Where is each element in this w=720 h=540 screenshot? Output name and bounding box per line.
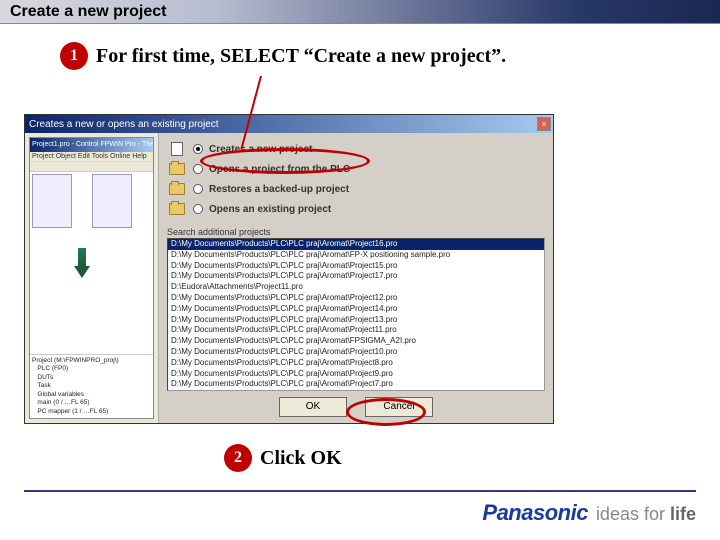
brand-tagline: ideas for life [596,504,696,525]
ok-button[interactable]: OK [279,397,347,417]
project-file-list[interactable]: D:\My Documents\Products\PLC\PLC praj\Ar… [167,238,545,391]
step-1-text: For first time, SELECT “Create a new pro… [96,45,506,68]
close-icon[interactable]: × [537,117,551,131]
list-item[interactable]: D:\My Documents\Products\PLC\PLC praj\Ar… [168,358,544,369]
preview-thumb [32,174,72,228]
tree-item: Task [32,382,151,390]
option-from-plc[interactable]: Opens a project from the PLC [167,159,545,179]
arrow-down-icon [74,248,90,278]
radio-icon[interactable] [193,164,203,174]
radio-icon[interactable] [193,204,203,214]
folder-icon [169,183,185,195]
list-item[interactable]: D:\My Documents\Products\PLC\PLC praj\Ar… [168,336,544,347]
tree-item: DUTs [32,374,151,382]
preview-toolbar [30,162,153,172]
tree-item: Global variables [32,391,151,399]
list-item[interactable]: D:\My Documents\Products\PLC\PLC praj\Ar… [168,271,544,282]
tree-item: PC mapper (1 / …FL 65) [32,408,151,416]
list-item[interactable]: D:\My Documents\Products\PLC\PLC praj\Ar… [168,293,544,304]
step-1: 1 For first time, SELECT “Create a new p… [60,42,506,70]
option-label: Creates a new project [209,144,312,155]
option-create-new[interactable]: Creates a new project [167,139,545,159]
cancel-button[interactable]: Cancel [365,397,433,417]
option-open-existing[interactable]: Opens an existing project [167,199,545,219]
list-item[interactable]: D:\My Documents\Products\PLC\PLC praj\Ar… [168,239,544,250]
tree-item: Project (M:\FPWINPRO_proj\) [32,357,151,365]
list-item[interactable]: D:\My Documents\Products\PLC\PLC praj\Ar… [168,304,544,315]
project-dialog: Creates a new or opens an existing proje… [24,114,554,424]
tree-item: PLC (FP0) [32,365,151,373]
brand-area: Panasonic ideas for life [482,500,696,526]
list-item[interactable]: D:\My Documents\Products\PLC\PLC praj\Ar… [168,325,544,336]
folder-icon [169,203,185,215]
slide-title-band: Create a new project [0,0,720,24]
folder-icon [169,163,185,175]
slide-title: Create a new project [10,3,167,21]
list-item[interactable]: D:\My Documents\Products\PLC\PLC praj\Ar… [168,250,544,261]
option-restore-backup[interactable]: Restores a backed-up project [167,179,545,199]
list-item[interactable]: D:\My Documents\Products\PLC\PLC praj\Ar… [168,347,544,358]
radio-icon[interactable] [193,144,203,154]
option-label: Restores a backed-up project [209,184,349,195]
divider [24,490,696,492]
list-item[interactable]: D:\My Documents\Products\PLC\PLC praj\Ar… [168,369,544,380]
radio-icon[interactable] [193,184,203,194]
document-icon [171,142,183,156]
preview-window: Project1.pro - Control FPWIN Pro - The I… [29,137,154,419]
preview-tree: Project (M:\FPWINPRO_proj\) PLC (FP0) DU… [30,354,153,418]
list-item[interactable]: D:\My Documents\Products\PLC\PLC praj\Ar… [168,261,544,272]
list-item[interactable]: D:\My Documents\Products\PLC\PLC praj\Ar… [168,315,544,326]
step-1-badge: 1 [60,42,88,70]
preview-thumb [92,174,132,228]
option-label: Opens a project from the PLC [209,164,350,175]
search-projects-label: Search additional projects [167,227,545,237]
preview-window-title: Project1.pro - Control FPWIN Pro - The I… [30,138,153,152]
brand-logo: Panasonic [482,500,588,526]
step-2-text: Click OK [260,447,342,470]
option-label: Opens an existing project [209,204,331,215]
list-item[interactable]: D:\My Documents\Products\PLC\PLC praj\Ar… [168,379,544,390]
step-2: 2 Click OK [224,444,342,472]
dialog-title-text: Creates a new or opens an existing proje… [29,119,219,130]
step-2-badge: 2 [224,444,252,472]
preview-menu: Project Object Edit Tools Online Help [30,152,153,162]
list-item[interactable]: D:\Eudora\Attachments\Project11.pro [168,282,544,293]
dialog-titlebar: Creates a new or opens an existing proje… [25,115,553,133]
tree-item: main (0 / …FL 65) [32,399,151,407]
dialog-preview-pane: Project1.pro - Control FPWIN Pro - The I… [25,133,159,423]
